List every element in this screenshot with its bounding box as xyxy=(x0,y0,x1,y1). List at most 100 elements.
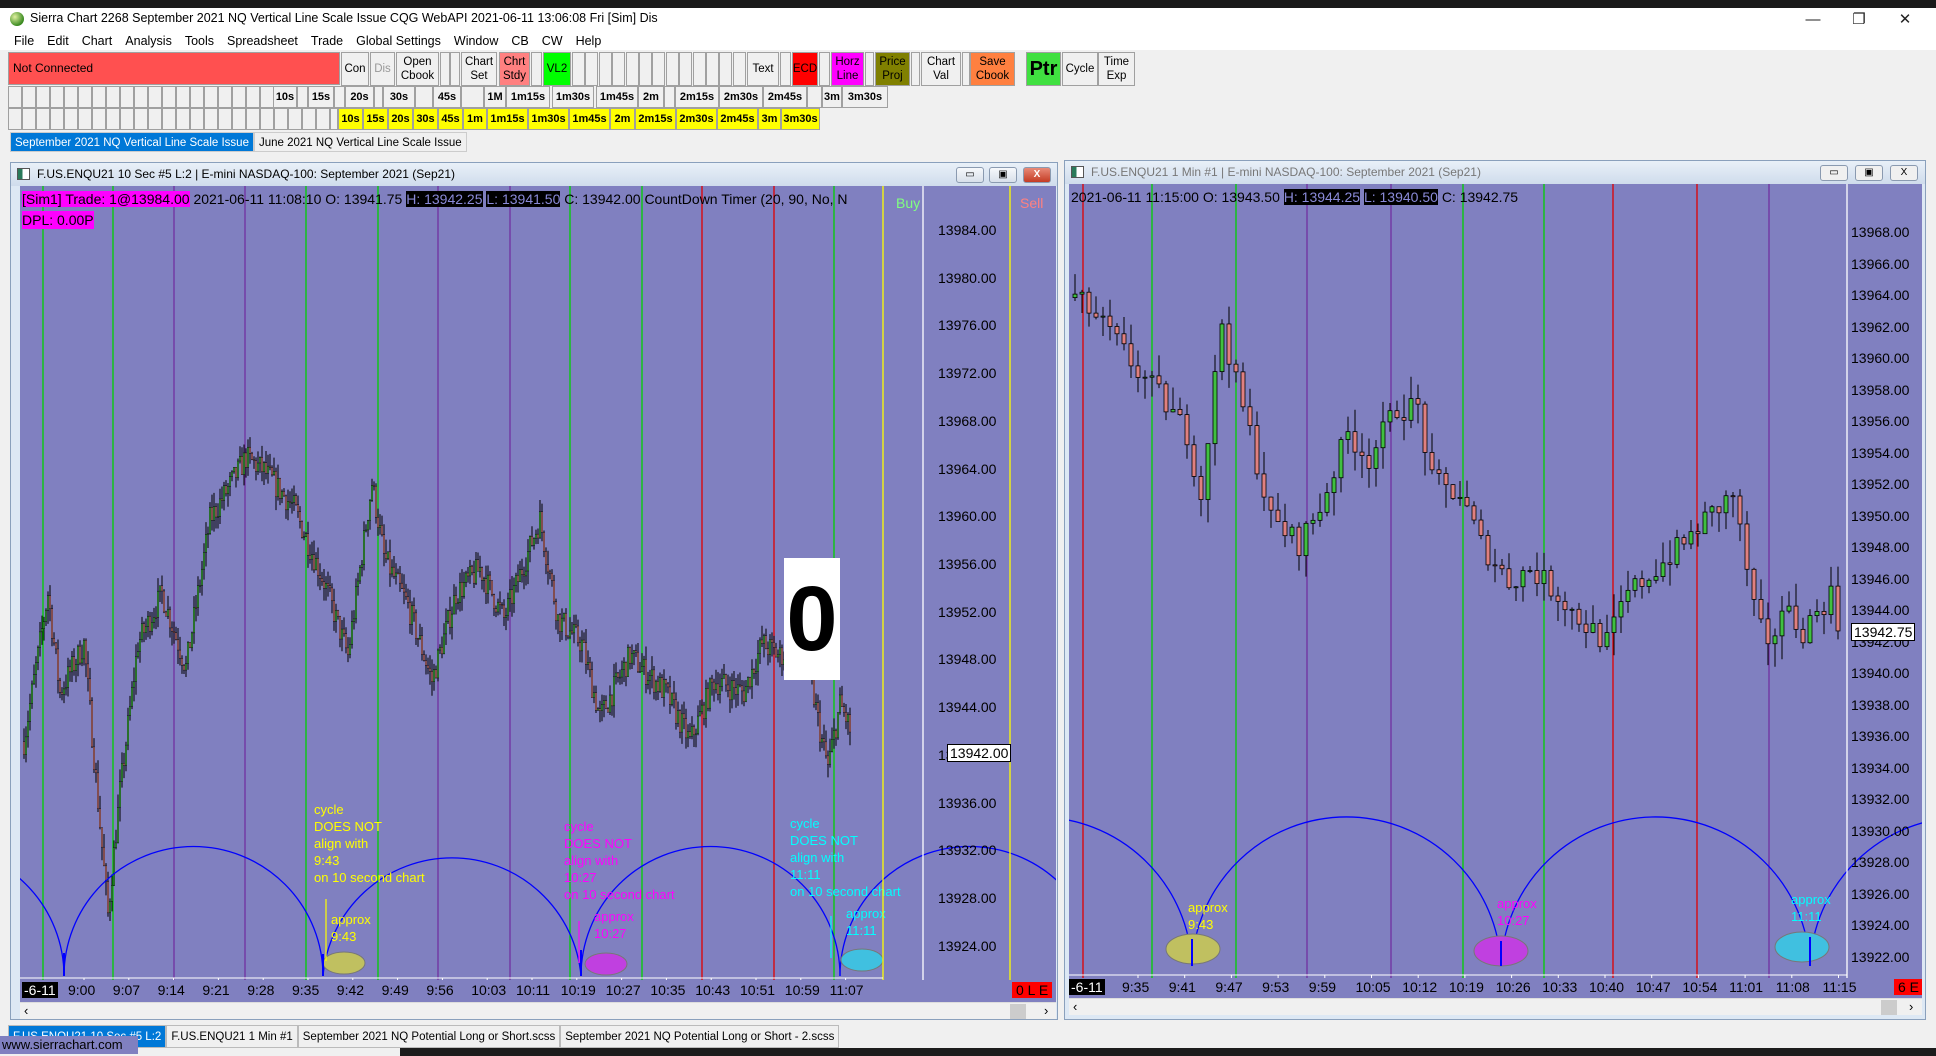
spreadsheet-tab-1[interactable]: September 2021 NQ Potential Long or Shor… xyxy=(297,1025,561,1048)
toolbar-empty-slot[interactable] xyxy=(865,52,874,86)
restore-icon[interactable]: ❐ xyxy=(1836,8,1882,32)
toolbar-empty-slot[interactable] xyxy=(450,52,460,86)
scroll-right-icon[interactable]: › xyxy=(1044,1003,1048,1018)
toolbar-empty-slot[interactable] xyxy=(297,86,308,108)
bar-period-1M[interactable]: 1M xyxy=(484,86,506,108)
sell-column-label[interactable]: Sell xyxy=(1020,194,1043,212)
toolbar-empty-slot[interactable] xyxy=(92,86,106,108)
toolbar-button-cycle[interactable]: Cycle xyxy=(1062,52,1098,86)
toolbar-empty-slot[interactable] xyxy=(415,86,433,108)
chart-period-20s[interactable]: 20s xyxy=(388,108,413,130)
toolbar-button-chrt-stdy[interactable]: Chrt Stdy xyxy=(499,52,530,86)
menu-analysis[interactable]: Analysis xyxy=(125,32,172,50)
chartbook-tab-september[interactable]: September 2021 NQ Vertical Line Scale Is… xyxy=(10,132,254,152)
toolbar-empty-slot[interactable] xyxy=(612,52,626,86)
toolbar-empty-slot[interactable] xyxy=(204,108,218,130)
toolbar-button-ptr[interactable]: Ptr xyxy=(1026,52,1061,86)
toolbar-empty-slot[interactable] xyxy=(78,86,92,108)
toolbar-empty-slot[interactable] xyxy=(120,86,134,108)
toolbar-button-horz-line[interactable]: Horz Line xyxy=(831,52,864,86)
toolbar-button-price-proj[interactable]: Price Proj xyxy=(875,52,910,86)
toolbar-button-chart-val[interactable]: Chart Val xyxy=(921,52,961,86)
menu-file[interactable]: File xyxy=(14,32,34,50)
toolbar-empty-slot[interactable] xyxy=(665,52,679,86)
toolbar-empty-slot[interactable] xyxy=(106,108,120,130)
chart-period-2m30s[interactable]: 2m30s xyxy=(676,108,717,130)
toolbar-empty-slot[interactable] xyxy=(598,52,612,86)
price-chart-svg[interactable]: approx 9:43 approx 10:27 approx 11:11 xyxy=(1069,184,1922,998)
bar-period-45s[interactable]: 45s xyxy=(433,86,461,108)
bar-period-2m15s[interactable]: 2m15s xyxy=(675,86,719,108)
toolbar-empty-slot[interactable] xyxy=(706,52,719,86)
menu-help[interactable]: Help xyxy=(576,32,602,50)
toolbar-empty-slot[interactable] xyxy=(692,52,706,86)
bar-period-30s[interactable]: 30s xyxy=(383,86,415,108)
menu-window[interactable]: Window xyxy=(454,32,498,50)
menu-cb[interactable]: CB xyxy=(511,32,528,50)
toolbar-empty-slot[interactable] xyxy=(106,86,120,108)
toolbar-empty-slot[interactable] xyxy=(218,108,232,130)
toolbar-empty-slot[interactable] xyxy=(190,86,204,108)
bar-period-2m30s[interactable]: 2m30s xyxy=(719,86,763,108)
toolbar-empty-slot[interactable] xyxy=(218,86,232,108)
toolbar-empty-slot[interactable] xyxy=(36,86,50,108)
toolbar-empty-slot[interactable] xyxy=(148,86,162,108)
toolbar-empty-slot[interactable] xyxy=(288,108,302,130)
menu-cw[interactable]: CW xyxy=(542,32,563,50)
bar-period-1m45s[interactable]: 1m45s xyxy=(596,86,638,108)
chart-period-2m45s[interactable]: 2m45s xyxy=(717,108,758,130)
menu-global-settings[interactable]: Global Settings xyxy=(356,32,441,50)
toolbar-empty-slot[interactable] xyxy=(162,108,176,130)
scroll-right-icon[interactable]: › xyxy=(1909,999,1913,1014)
toolbar-empty-slot[interactable] xyxy=(572,52,585,86)
toolbar-empty-slot[interactable] xyxy=(148,108,162,130)
bar-period-10s[interactable]: 10s xyxy=(273,86,297,108)
menu-tools[interactable]: Tools xyxy=(185,32,214,50)
toolbar-empty-slot[interactable] xyxy=(330,108,338,130)
chartbook-tab-june[interactable]: June 2021 NQ Vertical Line Scale Issue xyxy=(253,132,467,152)
chart-period-2m15s[interactable]: 2m15s xyxy=(635,108,676,130)
bar-period-15s[interactable]: 15s xyxy=(308,86,334,108)
maximize-button[interactable]: ▣ xyxy=(1855,165,1883,181)
toolbar-empty-slot[interactable] xyxy=(246,86,260,108)
toolbar-button-con[interactable]: Con xyxy=(341,52,369,86)
horizontal-scrollbar[interactable]: ‹ › xyxy=(1069,998,1922,1015)
bar-period-1m15s[interactable]: 1m15s xyxy=(506,86,550,108)
horizontal-scrollbar[interactable]: ‹ › xyxy=(20,1002,1056,1019)
chart-period-1m45s[interactable]: 1m45s xyxy=(569,108,610,130)
toolbar-empty-slot[interactable] xyxy=(78,108,92,130)
toolbar-button-vl2[interactable]: VL2 xyxy=(543,52,571,86)
toolbar-empty-slot[interactable] xyxy=(260,108,274,130)
toolbar-empty-slot[interactable] xyxy=(246,108,260,130)
toolbar-button-chart-set[interactable]: Chart Set xyxy=(461,52,497,86)
chart-area[interactable]: approx 9:43 approx 10:27 approx 11:11 2021-06… xyxy=(1069,184,1922,998)
scroll-left-icon[interactable]: ‹ xyxy=(1073,999,1077,1014)
bar-period-2m45s[interactable]: 2m45s xyxy=(763,86,807,108)
toolbar-empty-slot[interactable] xyxy=(260,86,274,108)
minimize-icon[interactable]: — xyxy=(1790,8,1836,32)
toolbar-empty-slot[interactable] xyxy=(652,52,666,86)
toolbar-button-dis[interactable]: Dis xyxy=(370,52,395,86)
toolbar-empty-slot[interactable] xyxy=(625,52,639,86)
toolbar-empty-slot[interactable] xyxy=(585,52,599,86)
toolbar-empty-slot[interactable] xyxy=(732,52,746,86)
toolbar-empty-slot[interactable] xyxy=(531,52,542,86)
toolbar-empty-slot[interactable] xyxy=(274,108,288,130)
toolbar-empty-slot[interactable] xyxy=(64,86,78,108)
chart-period-3m30s[interactable]: 3m30s xyxy=(781,108,820,130)
toolbar-empty-slot[interactable] xyxy=(461,86,484,108)
bar-period-1m30s[interactable]: 1m30s xyxy=(552,86,594,108)
toolbar-empty-slot[interactable] xyxy=(807,86,822,108)
toolbar-empty-slot[interactable] xyxy=(302,108,316,130)
menu-trade[interactable]: Trade xyxy=(311,32,343,50)
toolbar-empty-slot[interactable] xyxy=(232,108,246,130)
toolbar-empty-slot[interactable] xyxy=(134,108,148,130)
menu-edit[interactable]: Edit xyxy=(47,32,69,50)
minimize-button[interactable]: ▭ xyxy=(956,167,984,183)
toolbar-empty-slot[interactable] xyxy=(64,108,78,130)
close-button[interactable]: X xyxy=(1890,165,1918,181)
toolbar-empty-slot[interactable] xyxy=(204,86,218,108)
toolbar-empty-slot[interactable] xyxy=(22,108,36,130)
toolbar-empty-slot[interactable] xyxy=(664,86,675,108)
toolbar-empty-slot[interactable] xyxy=(50,108,64,130)
